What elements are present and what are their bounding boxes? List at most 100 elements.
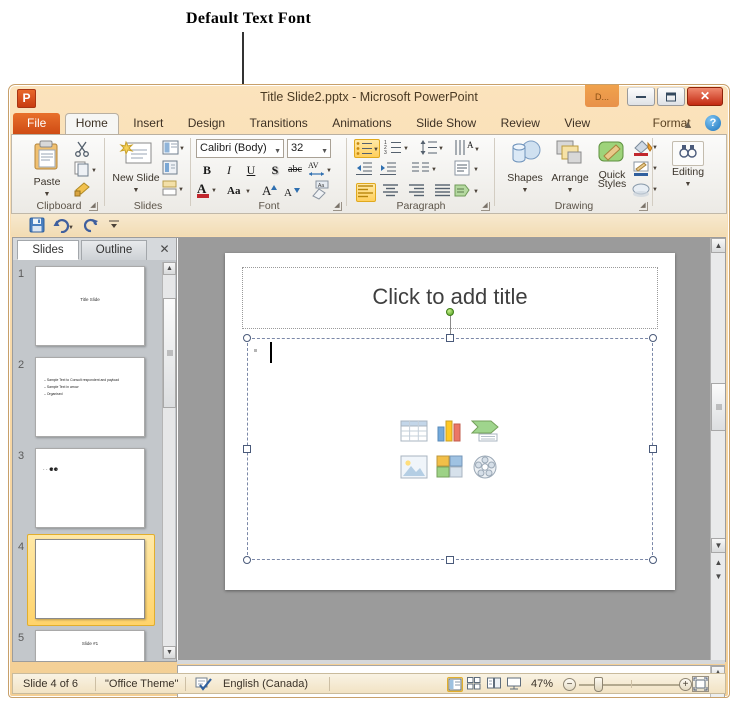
close-pane-button[interactable]: ✕ <box>156 241 173 258</box>
new-slide-button[interactable]: New Slide ▼ <box>112 139 160 195</box>
help-icon[interactable]: ? <box>705 115 721 131</box>
shapes-button[interactable]: Shapes ▼ <box>502 139 548 195</box>
bullets-button[interactable]: ▼ <box>354 139 380 158</box>
resize-handle-middle-left[interactable] <box>243 445 251 453</box>
tab-transitions[interactable]: Transitions <box>240 113 318 134</box>
resize-handle-top-right[interactable] <box>649 334 657 342</box>
thumbnail-slide-4[interactable]: 4 <box>13 534 163 626</box>
new-slide-dropdown-caret[interactable]: ▼ <box>133 187 140 194</box>
minimize-button[interactable] <box>627 87 655 106</box>
content-placeholder[interactable] <box>247 338 653 560</box>
align-text-button[interactable]: ▼ <box>454 160 482 179</box>
tab-slide-show[interactable]: Slide Show <box>406 113 486 134</box>
editor-scroll-thumb[interactable] <box>711 383 725 431</box>
drawing-dialog-launcher[interactable]: ◢ <box>639 202 648 211</box>
zoom-slider-handle[interactable] <box>594 677 603 692</box>
tab-view[interactable]: View <box>554 113 600 134</box>
customize-quick-access-button[interactable] <box>107 217 121 236</box>
spellcheck-button[interactable] <box>195 676 212 696</box>
arrange-button[interactable]: Arrange ▼ <box>548 139 592 195</box>
tab-slides[interactable]: Slides <box>17 240 79 260</box>
previous-slide-button[interactable]: ▲ <box>711 556 725 571</box>
numbering-button[interactable]: 1 2 3 ▼ <box>384 139 412 158</box>
copy-button[interactable]: ▼ <box>74 161 97 182</box>
paste-button[interactable]: Paste ▼ <box>24 139 70 199</box>
cut-button[interactable] <box>74 141 90 162</box>
status-theme[interactable]: "Office Theme" <box>105 677 178 692</box>
font-name-combo[interactable]: Calibri (Body) ▼ <box>196 139 284 158</box>
decrease-indent-button[interactable] <box>356 161 376 180</box>
scroll-up-button[interactable]: ▲ <box>163 262 176 275</box>
format-painter-button[interactable] <box>74 181 92 202</box>
rotation-handle[interactable] <box>446 308 454 316</box>
thumbnail-slide-1[interactable]: 1 Title Slide <box>13 266 163 348</box>
normal-view-button[interactable] <box>447 677 463 692</box>
columns-button[interactable]: ▼ <box>412 161 440 180</box>
editing-button[interactable]: Editing ▼ <box>666 141 710 189</box>
slide-canvas[interactable]: Click to add title <box>225 253 675 590</box>
text-shadow-button[interactable]: S <box>266 161 284 179</box>
font-dialog-launcher[interactable]: ◢ <box>333 202 342 211</box>
resize-handle-bottom-right[interactable] <box>649 556 657 564</box>
font-size-combo[interactable]: 32 ▼ <box>287 139 331 158</box>
editor-scroll-down-button[interactable]: ▼ <box>711 538 725 553</box>
insert-clipart-icon[interactable] <box>435 454 465 480</box>
resize-handle-top-left[interactable] <box>243 334 251 342</box>
tab-outline[interactable]: Outline <box>81 240 147 260</box>
redo-button[interactable] <box>83 217 99 238</box>
arrange-dropdown-caret[interactable]: ▼ <box>567 187 574 194</box>
font-name-dropdown-caret[interactable]: ▼ <box>274 143 281 160</box>
save-button[interactable] <box>29 217 45 238</box>
section-button[interactable]: ▼ <box>162 180 184 201</box>
editor-scrollbar[interactable]: ▲ ▼ ▲ ▼ <box>710 238 725 661</box>
resize-handle-top-center[interactable] <box>446 334 454 342</box>
tab-home[interactable]: Home <box>64 113 119 134</box>
font-size-dropdown-caret[interactable]: ▼ <box>321 143 328 160</box>
resize-handle-middle-right[interactable] <box>649 445 657 453</box>
convert-smartart-button[interactable]: ▼ <box>454 182 482 201</box>
tab-review[interactable]: Review <box>491 113 550 134</box>
insert-chart-icon[interactable] <box>435 418 465 444</box>
bold-button[interactable]: B <box>198 161 216 179</box>
reset-slide-button[interactable] <box>162 160 184 180</box>
shape-outline-button[interactable]: ▼ <box>632 160 658 183</box>
italic-button[interactable]: I <box>220 161 238 179</box>
tab-animations[interactable]: Animations <box>322 113 401 134</box>
shape-fill-button[interactable]: ▼ <box>632 139 658 162</box>
slides-pane-scrollbar[interactable]: ▲ ▼ <box>162 262 176 659</box>
quick-styles-button[interactable]: Quick Styles <box>591 139 633 189</box>
scroll-thumb[interactable] <box>163 298 176 408</box>
maximize-button[interactable] <box>657 87 685 106</box>
slide-sorter-button[interactable] <box>467 677 483 692</box>
tab-insert[interactable]: Insert <box>123 113 173 134</box>
reading-view-button[interactable] <box>487 677 503 692</box>
scroll-down-button[interactable]: ▼ <box>163 646 176 659</box>
status-language[interactable]: English (Canada) <box>223 677 308 692</box>
slide-show-button[interactable] <box>507 677 523 692</box>
notes-splitter[interactable] <box>177 660 725 664</box>
clipboard-dialog-launcher[interactable]: ◢ <box>89 202 98 211</box>
zoom-out-button[interactable]: − <box>563 678 576 691</box>
undo-button[interactable]: ▼ <box>53 217 75 238</box>
tab-file[interactable]: File <box>13 113 61 134</box>
insert-picture-icon[interactable] <box>399 454 429 480</box>
increase-indent-button[interactable] <box>380 161 400 180</box>
paragraph-dialog-launcher[interactable]: ◢ <box>481 202 490 211</box>
editing-dropdown-caret[interactable]: ▼ <box>685 181 692 188</box>
text-direction-button[interactable]: A ▼ <box>454 139 482 158</box>
line-spacing-button[interactable]: ▼ <box>420 139 446 158</box>
paste-dropdown-caret[interactable]: ▼ <box>44 191 51 198</box>
insert-media-icon[interactable] <box>471 454 501 480</box>
shapes-dropdown-caret[interactable]: ▼ <box>522 187 529 194</box>
slide-editor[interactable]: Click to add title ▲ ▼ ▲ ▼ <box>178 238 725 661</box>
strikethrough-button[interactable]: abc <box>286 161 304 179</box>
insert-smartart-icon[interactable] <box>470 418 501 444</box>
minimize-ribbon-icon[interactable]: ▲ <box>683 120 694 131</box>
thumbnail-slide-5[interactable]: 5 Slide #1 <box>13 630 163 661</box>
fit-slide-button[interactable] <box>692 676 709 692</box>
insert-table-icon[interactable] <box>399 418 429 444</box>
editor-scroll-up-button[interactable]: ▲ <box>711 238 725 253</box>
thumbnail-slide-3[interactable]: 3 · · ⚈⚈ <box>13 448 163 530</box>
zoom-in-button[interactable]: + <box>679 678 692 691</box>
close-button[interactable]: ✕ <box>687 87 723 106</box>
